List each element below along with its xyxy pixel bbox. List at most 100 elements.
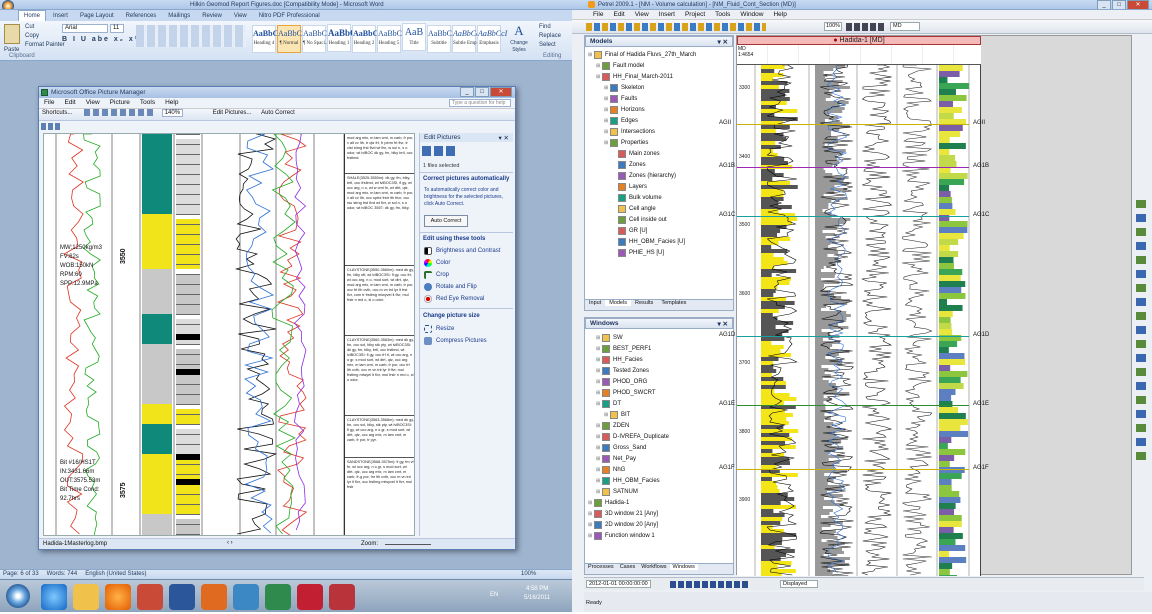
compress-link[interactable]: Compress Pictures (424, 335, 513, 347)
windows-tree-item[interactable]: ⊞ SW (588, 332, 733, 343)
tab-insert[interactable]: Insert (48, 11, 73, 21)
pm-shortcuts-button[interactable]: Shortcuts... (42, 110, 72, 116)
models-tree-item[interactable]: ⊞ Skeleton (588, 82, 733, 93)
resize-link[interactable]: Resize (424, 323, 513, 335)
petrel-md-select[interactable]: MD (890, 22, 920, 31)
tab-templates[interactable]: Templates (657, 300, 690, 306)
font-name-select[interactable]: Arial (62, 24, 108, 33)
cut-button[interactable]: Cut (22, 23, 37, 31)
status-words[interactable]: Words: 744 (44, 570, 81, 578)
taskbar-language[interactable]: EN (490, 592, 498, 598)
models-tree-item[interactable]: Main zones (588, 148, 733, 159)
find-button[interactable]: Find (536, 23, 554, 31)
models-tree-item[interactable]: ⊞ Final of Hadida Fluvs_27th_March (588, 49, 733, 60)
models-tree-item[interactable]: ⊞ Intersections (588, 126, 733, 137)
tab-cases[interactable]: Cases (617, 564, 639, 570)
pane-nav-buttons[interactable] (422, 146, 456, 156)
change-styles-button[interactable]: A Change Styles (508, 23, 530, 57)
models-tree-item[interactable]: Bulk volume (588, 192, 733, 203)
displayed-select[interactable]: Displayed (780, 580, 819, 588)
tab-review[interactable]: Review (197, 11, 227, 21)
style-emphasis[interactable]: AaBbCcI Emphasis (477, 25, 507, 53)
models-tree-item[interactable]: GR [U] (588, 225, 733, 236)
marker-line[interactable] (737, 215, 969, 217)
windows-tree-item[interactable]: ⊞ 3D window 21 [Any] (588, 508, 733, 519)
petrel-menu-tools[interactable]: Tools (710, 10, 735, 19)
pm-maximize-button[interactable]: □ (475, 87, 489, 97)
marker-line[interactable] (737, 404, 969, 406)
style-heading2[interactable]: AaBbC Heading 2 (352, 25, 378, 53)
pm-auto-correct-button[interactable]: Auto Correct (261, 110, 295, 116)
taskbar-picture-icon[interactable] (265, 584, 291, 610)
petrel-zoom-field[interactable]: 100% (824, 22, 842, 31)
models-tree-item[interactable]: Cell angle (588, 203, 733, 214)
taskbar-app-icon[interactable] (329, 584, 355, 610)
marker-line[interactable] (737, 468, 969, 470)
petrel-menu-project[interactable]: Project (680, 10, 710, 19)
taskbar-media-icon[interactable] (105, 584, 131, 610)
pane-close-icon[interactable]: ▾ ✕ (498, 134, 509, 142)
taskbar-pdf-icon[interactable] (297, 584, 323, 610)
petrel-toolbar-icons[interactable] (586, 23, 766, 31)
tab-results[interactable]: Results (631, 300, 657, 306)
style-no-spacing[interactable]: AaBbCcI ¶ No Spaci... (302, 25, 333, 53)
pm-menu-picture[interactable]: Picture (105, 98, 135, 107)
models-tree-item[interactable]: ⊞ Properties (588, 137, 733, 148)
tab-input[interactable]: Input (585, 300, 605, 306)
models-panel-close-icon[interactable]: ▾ ✕ (717, 38, 728, 46)
models-tree-item[interactable]: PHIE_HS [U] (588, 247, 733, 258)
color-link[interactable]: Color (424, 257, 513, 269)
taskbar-word-icon[interactable] (169, 584, 195, 610)
tab-windows[interactable]: Windows (669, 564, 698, 570)
models-tree-item[interactable]: HH_OBM_Facies [U] (588, 236, 733, 247)
petrel-toolbar-icons-2[interactable] (846, 23, 886, 31)
models-tree-item[interactable]: Zones (hierarchy) (588, 170, 733, 181)
petrel-menu-view[interactable]: View (630, 10, 654, 19)
status-language[interactable]: English (United States) (82, 570, 149, 578)
models-tree-item[interactable]: ⊞ Edges (588, 115, 733, 126)
windows-tree-item[interactable]: ⊞ Hadida-1 (588, 497, 733, 508)
petrel-menu-edit[interactable]: Edit (608, 10, 629, 19)
start-button[interactable] (6, 584, 30, 608)
models-tree-item[interactable]: ⊞ Faults (588, 93, 733, 104)
styles-gallery[interactable]: AaBbC Heading 4 AaBbCcI ¶ Normal AaBbCcI ¶ No… (252, 23, 507, 53)
style-subtitle[interactable]: AaBbCcI Subtitle (427, 25, 458, 53)
paste-button[interactable] (4, 24, 20, 44)
pm-menu-help[interactable]: Help (160, 98, 183, 107)
red-eye-link[interactable]: Red Eye Removal (424, 293, 513, 305)
windows-tree-item[interactable]: ⊞ Gross_Sand (588, 442, 733, 453)
petrel-right-toolbar[interactable] (1136, 200, 1146, 460)
style-title[interactable]: AaB Title (402, 23, 426, 51)
pm-menu-edit[interactable]: Edit (59, 98, 80, 107)
pm-nav-arrows[interactable]: ‹ › (227, 540, 233, 546)
format-painter-button[interactable]: Format Painter (22, 41, 68, 49)
status-page[interactable]: Page: 6 of 33 (0, 570, 42, 578)
petrel-minimize-button[interactable]: _ (1097, 0, 1111, 9)
windows-tree-item[interactable]: ⊞ D-IVREFA_Duplicate (588, 431, 733, 442)
taskbar-ie-icon[interactable] (41, 584, 67, 610)
tab-workflows[interactable]: Workflows (638, 564, 669, 570)
marker-line[interactable] (737, 335, 969, 337)
pm-zoom-select[interactable]: 140% (161, 109, 184, 118)
windows-tree-item[interactable]: ⊞ DT (588, 398, 733, 409)
taskbar-explorer-icon[interactable] (73, 584, 99, 610)
windows-tree-item[interactable]: ⊞ PHOD_SWCRT (588, 387, 733, 398)
pm-view-switcher[interactable] (41, 123, 61, 130)
petrel-menu-insert[interactable]: Insert (654, 10, 680, 19)
crop-link[interactable]: Crop (424, 269, 513, 281)
tab-models[interactable]: Models (605, 300, 631, 306)
datetime-field[interactable]: 2012-01-01 00:00:00:00 (586, 580, 651, 588)
taskbar-petrel-icon[interactable] (233, 584, 259, 610)
marker-line[interactable] (737, 123, 969, 125)
pm-help-search[interactable]: Type a question for help (449, 99, 511, 107)
marker-line[interactable] (737, 167, 969, 169)
tab-mailings[interactable]: Mailings (163, 11, 195, 21)
rotate-flip-link[interactable]: Rotate and Flip (424, 281, 513, 293)
models-tree-item[interactable]: Zones (588, 159, 733, 170)
font-size-select[interactable]: 11 (110, 24, 124, 33)
tab-processes[interactable]: Processes (585, 564, 617, 570)
windows-panel-close-icon[interactable]: ▾ ✕ (717, 320, 728, 328)
windows-tree-item[interactable]: ⊞ HH_OBM_Facies (588, 475, 733, 486)
petrel-menu-help[interactable]: Help (768, 10, 791, 19)
pm-menu-view[interactable]: View (81, 98, 105, 107)
